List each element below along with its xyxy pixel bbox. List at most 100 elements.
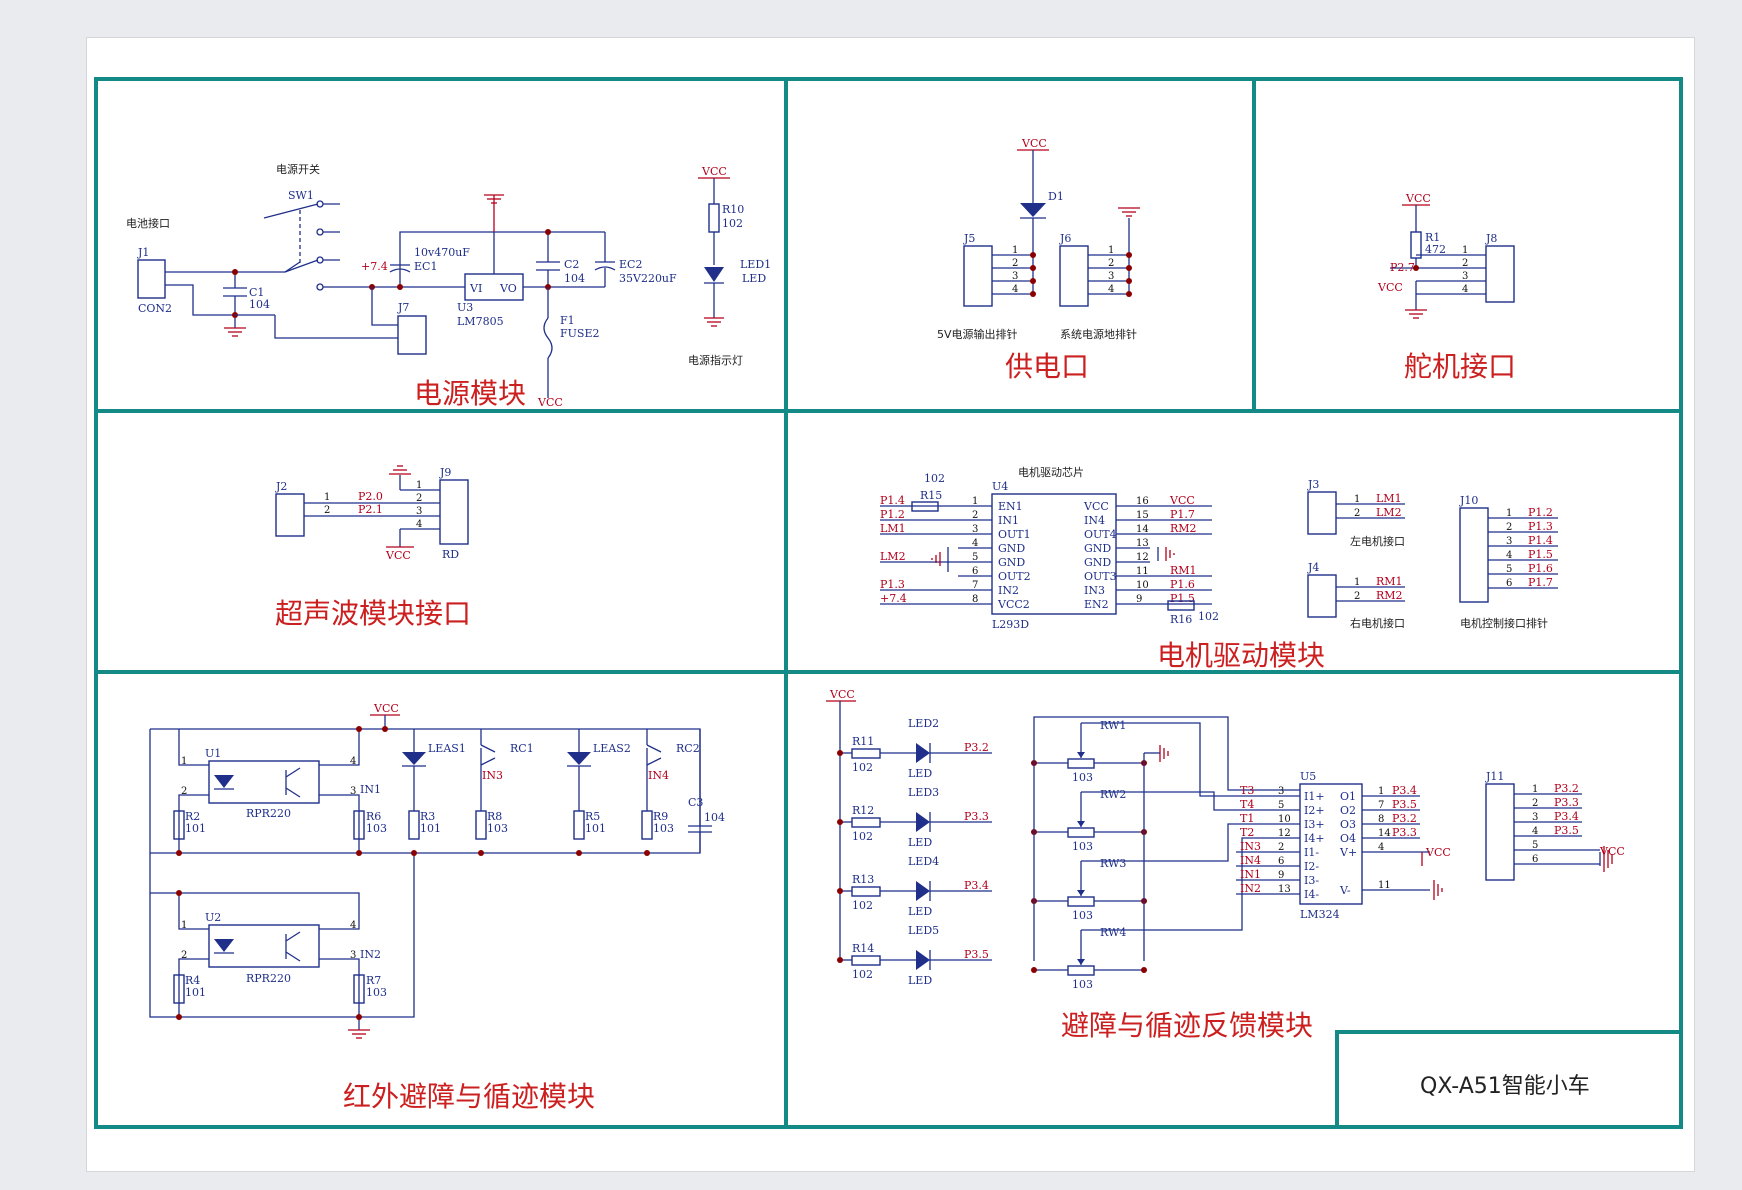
feedback-resistor [851,886,881,897]
r4-val: 101 [185,986,206,999]
r8-resistor [475,810,487,840]
feedback-led-ref: LED5 [908,924,939,937]
con2-part: CON2 [138,302,172,315]
j3-connector [1307,491,1337,535]
j3-net1: LM1 [1376,492,1402,505]
svg-text:2: 2 [181,786,187,797]
feedback-net-label: P3.4 [964,879,989,892]
r8-val: 103 [487,822,508,835]
j10-pin-number: 4 [1506,550,1512,561]
u5-output-pin: V+ [1339,846,1357,859]
svg-text:2: 2 [1462,258,1468,269]
u4-pin-out4: OUT4 [1084,528,1117,541]
feedback-pot-val: 103 [1072,840,1093,853]
title-block-text: QX-A51智能小车 [1420,1074,1590,1099]
u5-ref: U5 [1300,770,1316,783]
u4-pin-gnd: GND [998,542,1025,555]
j10-pin-number: 6 [1506,578,1512,589]
u5-input-net: T3 [1240,784,1254,797]
j5-label: 5V电源输出排针 [937,327,1018,341]
j5-pins: 1 2 3 4 [992,245,1036,297]
j10-pins: 1 P1.2 2 P1.3 3 P1.4 4 P1.5 5 P1.6 6 P1.7 [1488,506,1558,589]
f1-val: FUSE2 [560,327,599,340]
u4-pin-number: 14 [1136,524,1149,535]
fuse-vcc-label: VCC [537,396,563,409]
d1-diode [1020,203,1046,217]
led1-diode [704,267,724,282]
u4-pin-number: 7 [972,580,978,591]
u5-output-net: P3.3 [1392,826,1417,839]
section-title-servo: 舵机接口 [1404,350,1516,383]
feedback-pot-ref: RW1 [1100,719,1126,732]
u5-input-pin: I3- [1304,874,1319,887]
j11-net-label: P3.2 [1554,782,1579,795]
j2-ref: J2 [275,480,287,493]
j11-net-label: P3.5 [1554,824,1579,837]
motor-module: 电机驱动芯片 U4 L293D EN11P1.4 VCC 16 VCCIN12P1.2… [880,465,1558,631]
r5-resistor [573,810,585,840]
u5-input-pin: I1- [1304,846,1319,859]
u4-pin-number: 9 [1136,594,1142,605]
section-title-ultrasonic: 超声波模块接口 [275,597,471,630]
u4-ref: U4 [992,480,1008,493]
in1-label: IN1 [360,783,381,796]
u2-ref: U2 [205,911,221,924]
j3-ref: J3 [1307,478,1319,491]
u3-ref: U3 [457,301,473,314]
feedback-led-ref: LED3 [908,786,939,799]
ec1-ref: EC1 [414,260,437,273]
feedback-resistor-val: 102 [852,899,873,912]
svg-text:3: 3 [350,786,356,797]
p27-label: P2.7 [1390,261,1415,274]
feedback-resistor-val: 102 [852,968,873,981]
j1-connector [137,259,166,299]
section-title-power: 电源模块 [414,377,526,410]
section-title-ir: 红外避障与循迹模块 [343,1080,595,1113]
j4-connector [1307,574,1337,618]
feedback-led-type: LED [908,974,932,987]
u4-pin-number: 15 [1136,510,1149,521]
j9-ref: J9 [439,466,451,479]
j1-ref: J1 [137,246,149,259]
u1-ref: U1 [205,747,221,760]
vo-pin: VO [499,282,517,295]
feedback-pot-ref: RW2 [1100,788,1126,801]
u4-net-label: P1.6 [1170,578,1195,591]
feedback-resistor [851,748,881,759]
feedback-resistor-val: 102 [852,830,873,843]
feedback-led [916,881,930,901]
led1-ref: LED1 [740,258,771,271]
r1-val: 472 [1425,243,1446,256]
j11-pins: 1 P3.2 2 P3.3 3 P3.4 4 P3.5 5 6 [1514,782,1600,865]
p21-label: P2.1 [358,503,383,516]
j9-connector [439,479,469,545]
j11-net-label: P3.4 [1554,810,1579,823]
c3-val: 104 [704,811,725,824]
svg-text:4: 4 [1462,284,1468,295]
battery-label: 电池接口 [126,217,170,230]
feedback-led-type: LED [908,767,932,780]
j11-pin-number: 1 [1532,784,1538,795]
ir-vcc-label: VCC [373,702,399,715]
j3-label: 左电机接口 [1350,534,1405,548]
j2-connector [275,493,305,537]
c2-ref: C2 [564,258,579,271]
j10-net-label: P1.2 [1528,506,1553,519]
d1-ref: D1 [1048,190,1064,203]
servo-module: VCC R1 472 J8 1 2 3 4 P2.7 VCC [1377,192,1515,319]
u5-vcc-label: VCC [1425,846,1451,859]
feedback-potentiometer [1067,827,1095,838]
c2-val: 104 [564,272,585,285]
r9-val: 103 [653,822,674,835]
u5-input-net: IN3 [1240,840,1261,853]
svg-text:1: 1 [1012,245,1018,256]
j10-net-label: P1.6 [1528,562,1553,575]
j8-connector [1485,245,1515,303]
svg-text:1: 1 [1354,494,1360,505]
svg-text:2: 2 [181,950,187,961]
supply-module: VCC D1 J5 1 2 3 4 J6 1 2 3 4 5V电源输出排针 系统… [937,137,1140,341]
u5-pins: I1+3T3I2+5T4I3+10T1I4+12T2I1-2IN3I2-6IN4… [1236,784,1430,901]
j6-connector [1059,245,1089,307]
u4-pin-in1: IN1 [998,514,1019,527]
j9-rd: RD [442,548,459,561]
